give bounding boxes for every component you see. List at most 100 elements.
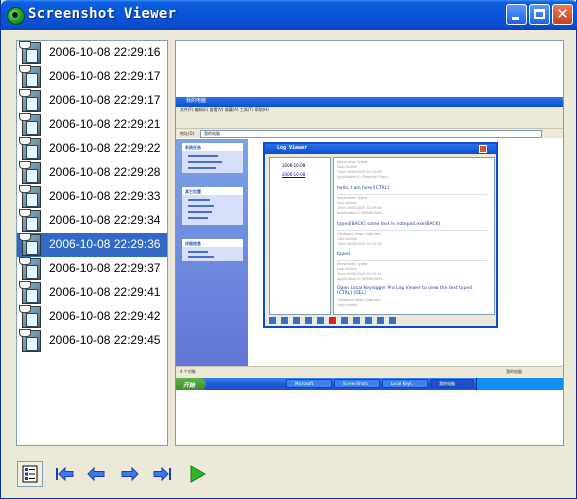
thumbnail-view-icon [22, 465, 38, 483]
previous-button[interactable] [84, 461, 110, 487]
preview-task-head: 系统任务 [182, 143, 243, 151]
preview-taskbar: 开始 Microsoft ScreenShots Local Keyl.. 我的… [176, 378, 563, 390]
capture-list-item[interactable]: 2006-10-08 22:29:42 [17, 305, 167, 329]
capture-list-item[interactable]: 2006-10-08 22:29:16 [17, 41, 167, 65]
preview-log-viewer-title: Log Viewer [277, 145, 308, 151]
preview-log-toolbar [267, 315, 494, 326]
capture-list-item[interactable]: 2006-10-08 22:29:22 [17, 137, 167, 161]
preview-address-value: 我的电脑 [204, 131, 220, 136]
preview-toolbar [176, 114, 563, 129]
preview-start-button: 开始 [176, 378, 206, 390]
screenshot-thumbnail-icon [19, 305, 41, 328]
preview-tree-node: 2006-10-08 [282, 172, 306, 177]
preview-log-viewer-titlebar: Log Viewer [265, 144, 496, 154]
preview-address-label: 地址(D) [180, 131, 195, 136]
screenshot-thumbnail-icon [19, 89, 41, 112]
last-icon [153, 466, 171, 482]
close-button[interactable]: ✕ [552, 4, 573, 25]
capture-timestamp: 2006-10-08 22:29:37 [49, 261, 161, 275]
play-icon [190, 465, 207, 483]
capture-list-item[interactable]: 2006-10-08 22:29:37 [17, 257, 167, 281]
capture-list-item[interactable]: 2006-10-08 22:29:21 [17, 113, 167, 137]
preview-log-entry: Open Local Keylogger Pro Log Viewer to v… [337, 286, 473, 296]
preview-address-box [200, 130, 542, 138]
capture-timestamp: 2006-10-08 22:29:42 [49, 309, 161, 323]
screenshot-thumbnail-icon [19, 329, 41, 352]
preview-log-entry: hello, I am here![CTRL] [337, 186, 390, 191]
preview-log-meta: Clipboard Data Captured User:Admin [337, 298, 381, 307]
preview-task-box [182, 247, 243, 261]
screenshot-thumbnail-icon [19, 257, 41, 280]
preview-task-pane: 系统任务 其它位置 详细信息 [176, 139, 248, 366]
screenshot-viewer-window: Screenshot Viewer ✕ 2006-10-08 22:29:16 2… [0, 0, 577, 499]
capture-timestamp: 2006-10-08 22:29:16 [49, 45, 161, 59]
preview-status-left: 4 个对象 [180, 369, 196, 374]
preview-log-body: Keystrokes Typed User:Admin Time:2006/10/8… [333, 157, 495, 315]
screenshot-thumbnail-icon [19, 185, 41, 208]
screenshot-thumbnail-icon [19, 137, 41, 160]
preview-taskbar-item: 我的电脑 [430, 379, 474, 388]
capture-list-item[interactable]: 2006-10-08 22:29:41 [17, 281, 167, 305]
preview-status-right: 我的电脑 [506, 369, 522, 374]
preview-log-entry: typed[BACK] some text in notepad.exe[BAC… [337, 222, 441, 227]
capture-timestamp: 2006-10-08 22:29:36 [49, 237, 161, 251]
preview-task-box [182, 151, 243, 173]
screenshot-preview: 我的电脑 文件(F) 编辑(E) 查看(V) 收藏(A) 工具(T) 帮助(H)… [175, 40, 564, 446]
navigation-toolbar [1, 452, 577, 499]
capture-timestamp: 2006-10-08 22:29:45 [49, 333, 161, 347]
screenshot-thumbnail-icon [19, 161, 41, 184]
capture-list-item[interactable]: 2006-10-08 22:29:33 [17, 185, 167, 209]
previous-icon [87, 466, 105, 482]
minimize-button[interactable] [506, 4, 527, 25]
capture-list-item[interactable]: 2006-10-08 22:29:28 [17, 161, 167, 185]
preview-menu-bar: 文件(F) 编辑(E) 查看(V) 收藏(A) 工具(T) 帮助(H) [176, 107, 563, 114]
screenshot-thumbnail-icon [19, 281, 41, 304]
title-bar[interactable]: Screenshot Viewer ✕ [1, 0, 577, 30]
preview-task-box [182, 195, 243, 225]
preview-menu-text: 文件(F) 编辑(E) 查看(V) 收藏(A) 工具(T) 帮助(H) [180, 107, 269, 112]
maximize-button[interactable] [529, 4, 550, 25]
preview-task-head: 其它位置 [182, 187, 243, 195]
capture-list-item[interactable]: 2006-10-08 22:29:17 [17, 65, 167, 89]
capture-timestamp: 2006-10-08 22:29:21 [49, 117, 161, 131]
capture-list[interactable]: 2006-10-08 22:29:16 2006-10-08 22:29:17 20… [16, 40, 168, 446]
capture-timestamp: 2006-10-08 22:29:33 [49, 189, 161, 203]
screenshot-thumbnail-icon [19, 65, 41, 88]
preview-taskbar-item: Microsoft [286, 379, 332, 388]
capture-timestamp: 2006-10-08 22:29:34 [49, 213, 161, 227]
capture-timestamp: 2006-10-08 22:29:17 [49, 93, 161, 107]
preview-image: 我的电脑 文件(F) 编辑(E) 查看(V) 收藏(A) 工具(T) 帮助(H)… [176, 97, 563, 390]
preview-system-tray [476, 378, 563, 390]
maximize-icon [534, 9, 545, 19]
capture-timestamp: 2006-10-08 22:29:22 [49, 141, 161, 155]
last-button[interactable] [149, 461, 175, 487]
play-button[interactable] [184, 461, 210, 487]
screenshot-thumbnail-icon [19, 113, 41, 136]
preview-desktop: 我的电脑 文件(F) 编辑(E) 查看(V) 收藏(A) 工具(T) 帮助(H)… [176, 97, 563, 390]
capture-list-item[interactable]: 2006-10-08 22:29:36 [17, 233, 167, 257]
first-icon [56, 466, 74, 482]
capture-timestamp: 2006-10-08 22:29:17 [49, 69, 161, 83]
capture-timestamp: 2006-10-08 22:29:41 [49, 285, 161, 299]
capture-list-item[interactable]: 2006-10-08 22:29:34 [17, 209, 167, 233]
preview-address-bar: 地址(D) 我的电脑 [176, 129, 563, 138]
preview-tree-node: 2006-10-08 [282, 163, 306, 168]
capture-list-item[interactable]: 2006-10-08 22:29:17 [17, 89, 167, 113]
preview-log-viewer: Log Viewer 2006-10-08 2006-10-08 Keystro… [263, 142, 498, 328]
screenshot-thumbnail-icon [19, 233, 41, 256]
preview-taskbar-item: Local Keyl.. [382, 379, 428, 388]
preview-log-tree: 2006-10-08 2006-10-08 [269, 157, 331, 315]
thumbnail-view-button[interactable] [17, 461, 43, 487]
preview-log-entry: typed [337, 252, 350, 257]
first-button[interactable] [52, 461, 78, 487]
preview-log-meta: Clipboard Data Captured User:Admin Time:20… [337, 232, 382, 246]
app-logo-icon [7, 7, 25, 25]
capture-timestamp: 2006-10-08 22:29:28 [49, 165, 161, 179]
next-button[interactable] [116, 461, 142, 487]
capture-list-item[interactable]: 2006-10-08 22:29:45 [17, 329, 167, 353]
preview-explorer-titlebar: 我的电脑 [176, 97, 563, 107]
window-title: Screenshot Viewer [28, 6, 177, 22]
preview-explorer-title: 我的电脑 [186, 98, 207, 104]
screenshot-thumbnail-icon [19, 41, 41, 64]
preview-log-meta: Keystrokes Typed User:Admin Time:2006/10/8… [337, 196, 386, 215]
